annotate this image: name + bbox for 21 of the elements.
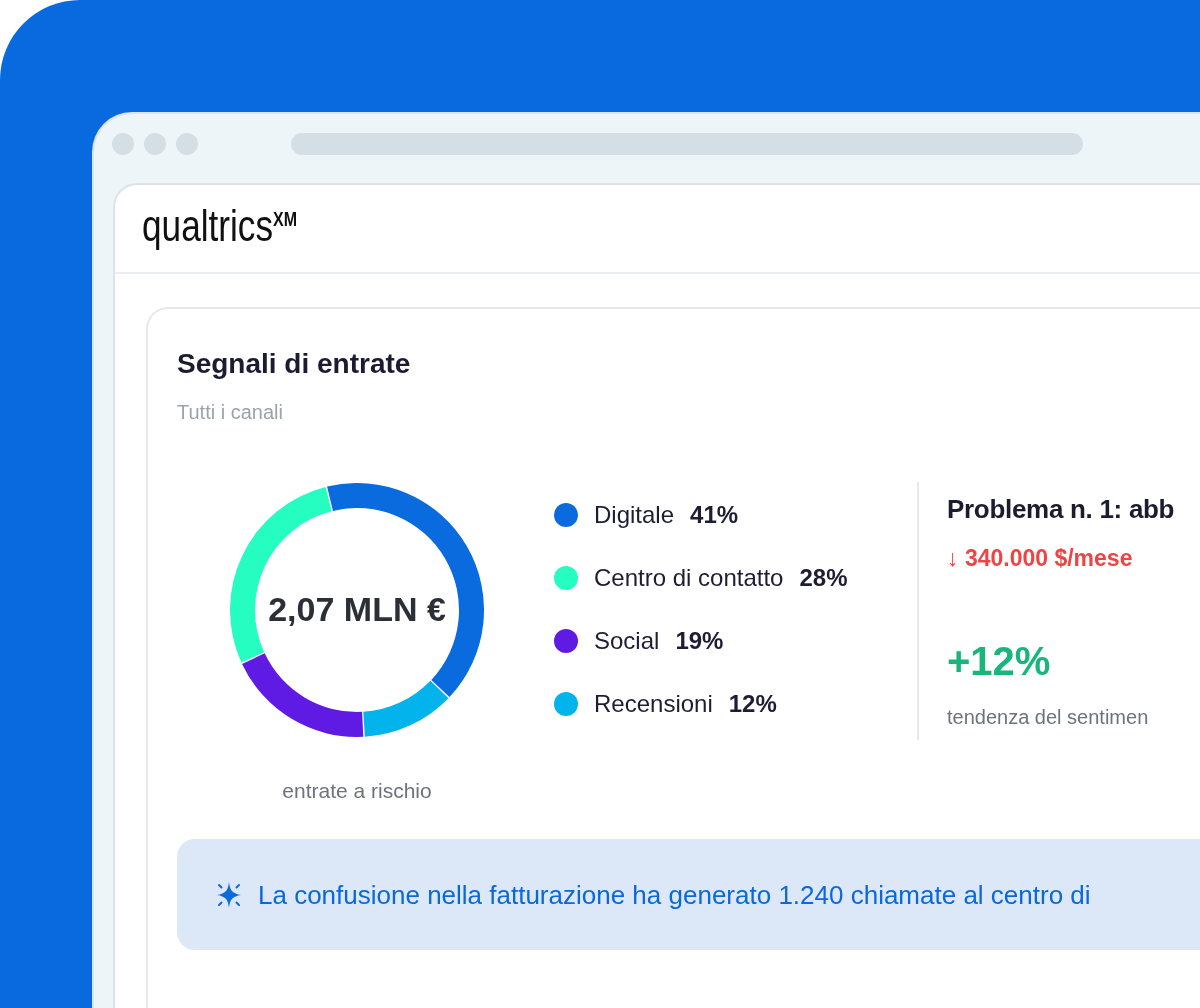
insight-text: La confusione nella fatturazione ha generato 1.240 chiamate al centro di [258,878,1091,911]
legend-value: 19% [675,626,724,656]
card-subtitle: Tutti i canali [177,400,283,424]
window-dot-icon [112,133,134,155]
issue-title: Problema n. 1: abb [947,493,1175,525]
legend-label: Social [594,626,660,656]
legend-value: 28% [799,563,848,593]
legend-value: 41% [690,500,739,530]
brand-logo: qualtrics$^{XM}$ [142,203,298,252]
legend-value: 12% [728,689,777,719]
loss-amount: ↓ 340.000 $/mese [947,544,1133,573]
card-title: Segnali di entrate [177,347,411,381]
window-dot-icon [144,133,166,155]
sentiment-label: tendenza del sentimen [947,705,1149,730]
legend-label: Centro di contatto [594,563,784,593]
window-dot-icon [176,133,198,155]
donut-caption: entrate a rischio [282,778,432,804]
legend-label: Recensioni [594,689,713,719]
center-value: 2,07 MLN € [268,590,446,628]
sentiment-change: +12% [947,638,1051,685]
legend-label: Digitale [594,500,675,530]
